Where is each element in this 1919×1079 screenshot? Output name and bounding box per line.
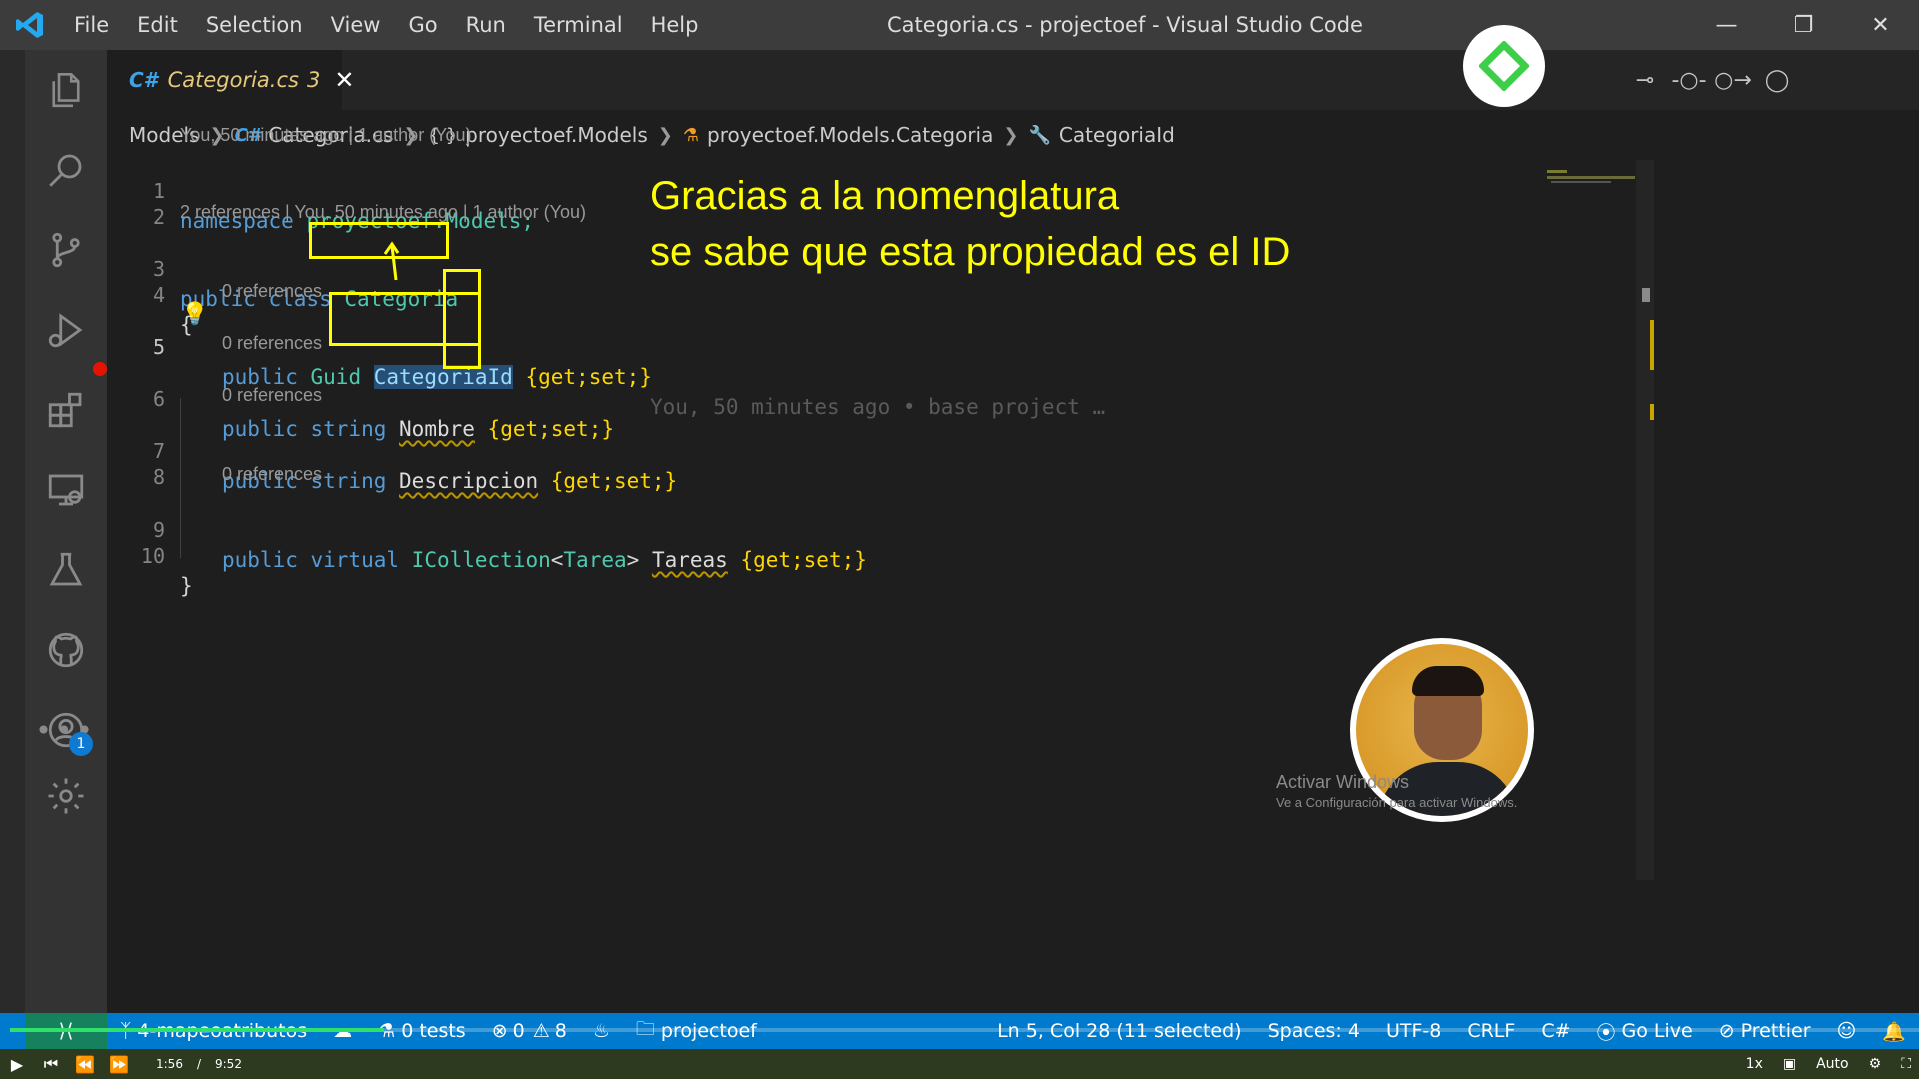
video-progress-bar[interactable] (10, 1028, 1919, 1032)
editor-actions: ⊸ -○- ○→ ◯ (1623, 50, 1799, 110)
restore-button[interactable]: ❐ (1765, 0, 1842, 50)
picture-in-picture-icon[interactable]: ▣ (1783, 1056, 1796, 1072)
play-icon[interactable]: ▶ (0, 1055, 34, 1074)
channel-logo (1463, 25, 1545, 107)
time-separator: / (196, 1057, 201, 1071)
watermark-subtitle: Ve a Configuración para activar Windows. (1276, 795, 1518, 810)
menu-help[interactable]: Help (637, 0, 713, 50)
gear-icon[interactable] (25, 756, 107, 836)
windows-activation-watermark: Activar Windows Ve a Configuración para … (1276, 772, 1517, 810)
open-changes-icon[interactable]: ◯ (1755, 60, 1799, 100)
window-controls: — ❐ ✕ (1688, 0, 1919, 50)
minimap[interactable] (1547, 168, 1635, 188)
breadcrumb-item[interactable]: proyectoef.Models.Categoria (707, 123, 993, 147)
scroll-marker (1650, 320, 1654, 370)
generic-type: Tarea (563, 548, 627, 572)
window-title: Categoria.cs - projectoef - Visual Studi… (887, 13, 1363, 37)
annotation-line-2: se sabe que esta propiedad es el ID (650, 230, 1291, 274)
previous-icon[interactable]: ⏮ (34, 1054, 68, 1074)
chevron-right-icon: ❯ (1003, 124, 1019, 146)
annotation-line-1: Gracias a la nomenglatura (650, 174, 1120, 218)
go-forward-icon[interactable]: ○→ (1711, 60, 1755, 100)
quality-selector[interactable]: Auto (1816, 1056, 1849, 1072)
scroll-marker (1642, 288, 1650, 302)
close-window-button[interactable]: ✕ (1842, 0, 1919, 50)
presenter-hair (1412, 666, 1484, 696)
video-progress-fill (10, 1028, 385, 1032)
player-right-controls: 1x ▣ Auto ⚙ ⛶ (1726, 1049, 1911, 1079)
testing-icon[interactable] (25, 530, 107, 610)
activity-bar: ••• 1 (25, 50, 107, 1013)
timeline-icon[interactable]: -○- (1667, 60, 1711, 100)
tab-categoria-cs[interactable]: C# Categoria.cs 3 ✕ (107, 50, 354, 110)
menu-go[interactable]: Go (394, 0, 451, 50)
codelens-references[interactable]: 0 references (222, 330, 322, 356)
run-debug-icon[interactable] (25, 290, 107, 370)
menu-bar: File Edit Selection View Go Run Terminal… (60, 0, 712, 50)
property-name: Tareas (651, 548, 728, 572)
codelens-references[interactable]: 0 references (222, 382, 322, 408)
title-bar: File Edit Selection View Go Run Terminal… (0, 0, 1919, 50)
annotation-caption: Gracias a la nomenglatura se sabe que es… (650, 168, 1290, 280)
remote-explorer-icon[interactable] (25, 450, 107, 530)
keyword: public virtual (222, 548, 400, 572)
extensions-icon[interactable] (25, 370, 107, 450)
duration: 9:52 (215, 1057, 242, 1071)
annotation-arrow (383, 241, 400, 281)
rewind-icon[interactable]: ⏪ (68, 1055, 102, 1074)
tab-problem-count: 3 (306, 68, 321, 92)
line-number: 10 (140, 544, 165, 568)
menu-selection[interactable]: Selection (192, 0, 317, 50)
settings-icon[interactable]: ⚙ (1869, 1056, 1882, 1072)
menu-file[interactable]: File (60, 0, 123, 50)
codelens-references[interactable]: 0 references (222, 461, 322, 487)
go-back-icon[interactable]: ⊸ (1623, 60, 1667, 100)
search-icon[interactable] (25, 130, 107, 210)
menu-terminal[interactable]: Terminal (520, 0, 637, 50)
vscode-logo-icon (0, 0, 60, 50)
codelens-author[interactable]: You, 50 minutes ago | 1 author (You) (180, 122, 472, 148)
close-icon[interactable]: ✕ (334, 66, 354, 94)
vertical-scrollbar[interactable] (1636, 160, 1654, 880)
code-line: 10 } (107, 511, 1807, 598)
source-control-icon[interactable] (25, 210, 107, 290)
left-strip (0, 50, 25, 1013)
menu-edit[interactable]: Edit (123, 0, 192, 50)
property-icon: 🔧 (1028, 124, 1051, 146)
csharp-file-icon: C# (129, 68, 158, 92)
scroll-marker (1650, 404, 1654, 420)
accounts-badge: 1 (69, 732, 93, 756)
tab-label: Categoria.cs (167, 68, 299, 92)
breadcrumb-item[interactable]: CategoriaId (1059, 123, 1175, 147)
menu-run[interactable]: Run (452, 0, 520, 50)
codelens-references[interactable]: 0 references (222, 278, 322, 304)
breadcrumb-item[interactable]: proyectoef.Models (465, 123, 648, 147)
watermark-title: Activar Windows (1276, 772, 1410, 792)
menu-view[interactable]: View (317, 0, 395, 50)
video-player-controls: ▶ ⏮ ⏪ ⏩ 1:56 / 9:52 1x ▣ Auto ⚙ ⛶ (0, 1049, 1919, 1079)
class-icon: ⚗ (682, 124, 700, 146)
line-source: public virtual ICollection<Tarea> Tareas… (222, 548, 867, 572)
tab-bar: C# Categoria.cs 3 ✕ ⊸ -○- ○→ ◯ (107, 50, 1919, 110)
accessors: {get;set;} (740, 548, 867, 572)
fullscreen-icon[interactable]: ⛶ (1901, 1056, 1911, 1072)
minimize-button[interactable]: — (1688, 0, 1765, 50)
highlight-box-class (309, 222, 449, 259)
playback-speed[interactable]: 1x (1746, 1056, 1763, 1072)
code-line: 8 (107, 432, 1807, 489)
fast-forward-icon[interactable]: ⏩ (102, 1055, 136, 1074)
breakpoint-icon[interactable] (93, 362, 107, 376)
type-name: ICollection (411, 548, 551, 572)
current-time: 1:56 (156, 1057, 183, 1071)
code-line: 6 public string Nombre {get;set;} (107, 354, 1807, 441)
chevron-right-icon: ❯ (657, 124, 673, 146)
github-icon[interactable] (25, 610, 107, 690)
highlight-box-suffix (443, 269, 481, 369)
brace-close: } (180, 574, 193, 598)
explorer-icon[interactable] (25, 50, 107, 130)
